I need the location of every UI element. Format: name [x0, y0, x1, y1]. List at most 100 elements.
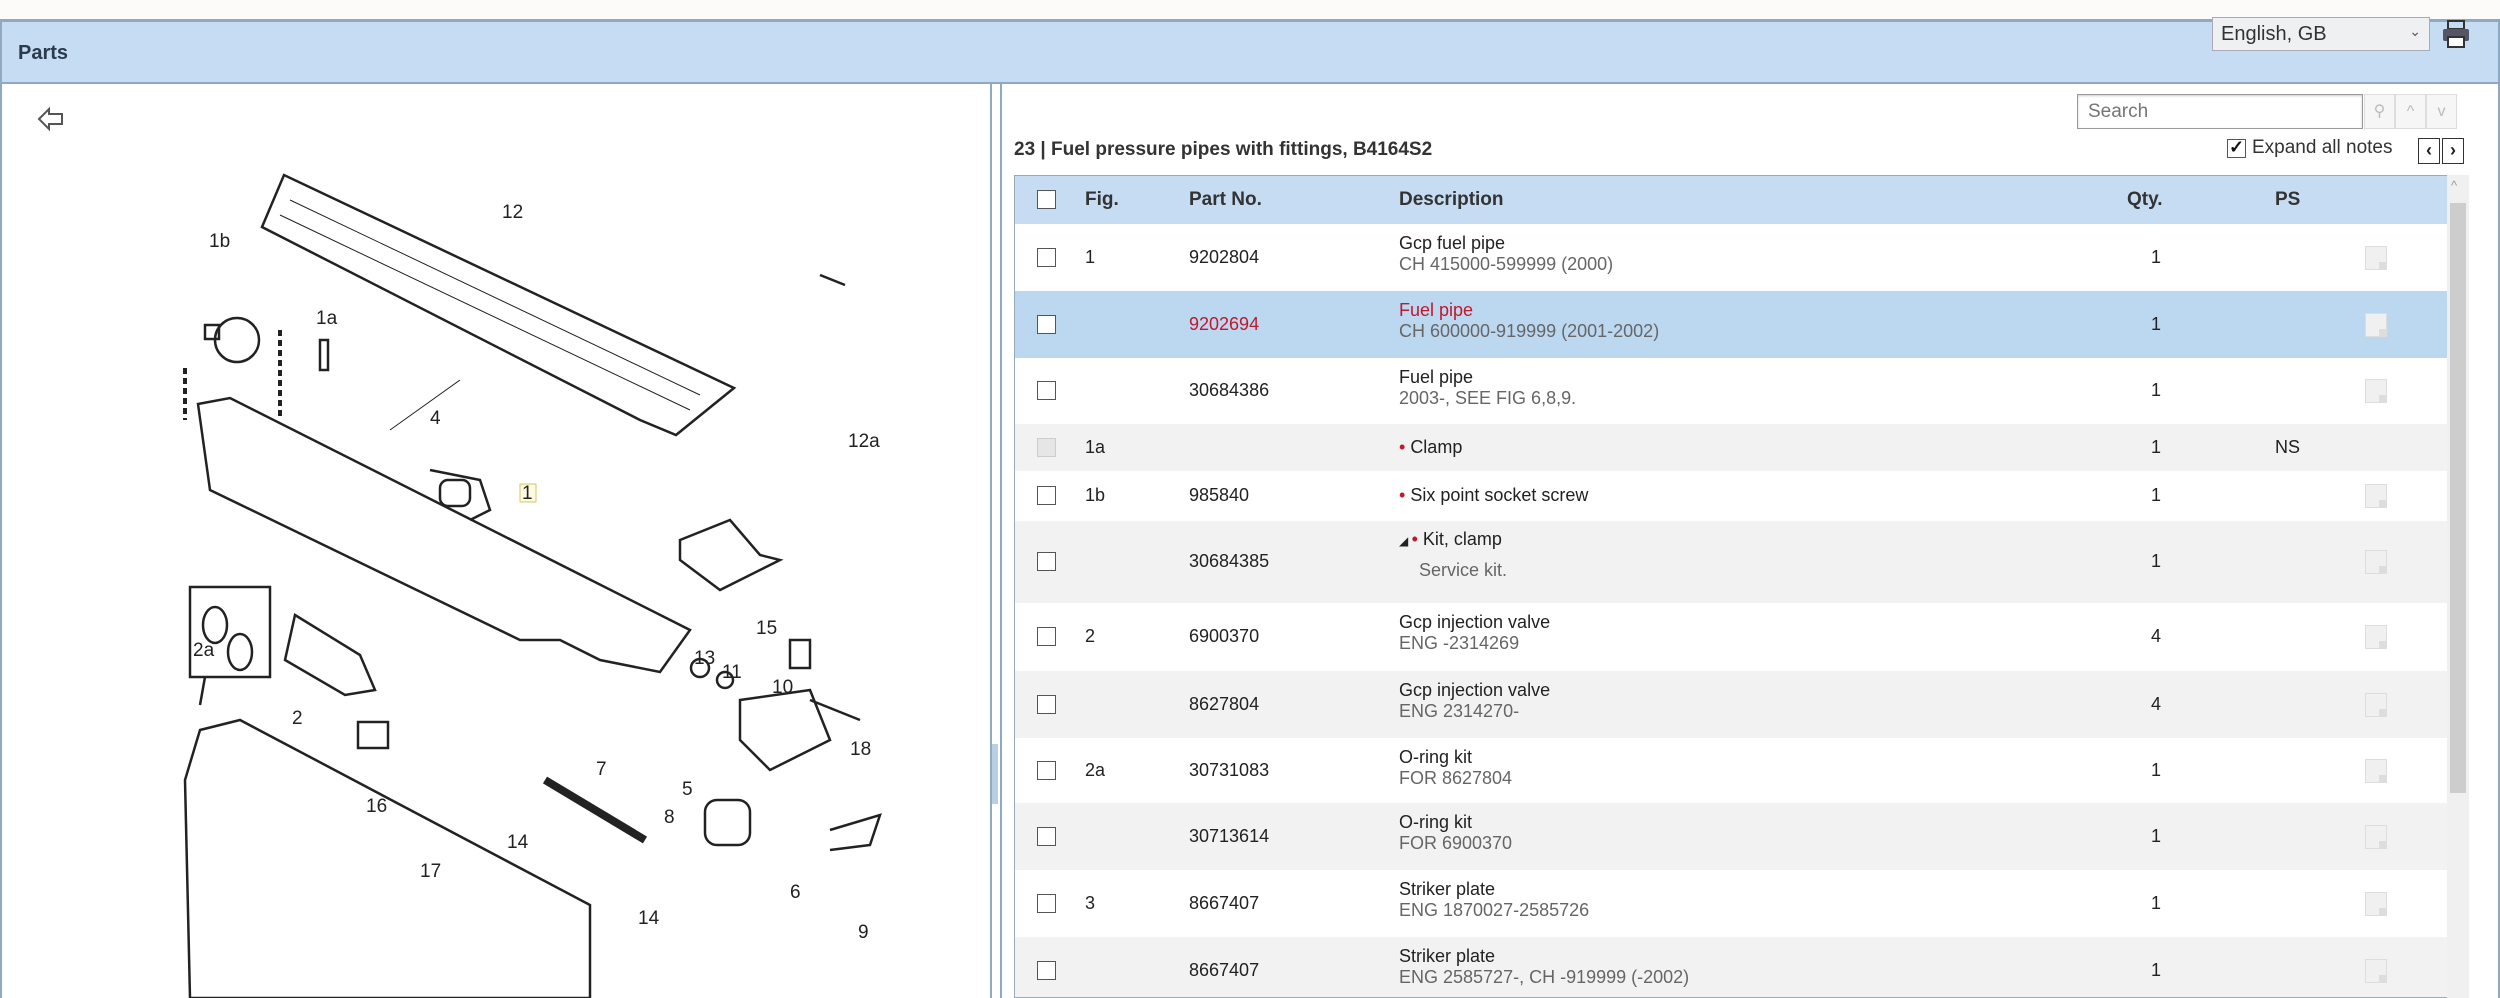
- col-fig[interactable]: Fig.: [1085, 189, 1119, 211]
- row-part-no[interactable]: 8667407: [1189, 893, 1259, 914]
- callout-14b[interactable]: 14: [638, 908, 660, 929]
- next-group-button[interactable]: ›: [2442, 138, 2464, 164]
- row-fig: 3: [1085, 892, 1096, 913]
- bullet-icon: •: [1411, 529, 1423, 549]
- callout-4[interactable]: 4: [430, 408, 441, 429]
- row-checkbox[interactable]: [1037, 694, 1056, 714]
- parts-diagram[interactable]: 12 1b 1a 4 12a 1 15 2a 2 13 11 10 18 5 7…: [0, 84, 990, 998]
- select-all-checkbox[interactable]: [1037, 190, 1056, 209]
- callout-14[interactable]: 14: [507, 832, 529, 853]
- row-part-no[interactable]: 30684386: [1189, 380, 1269, 401]
- note-icon[interactable]: [2365, 758, 2387, 783]
- row-part-no[interactable]: 9202694: [1189, 314, 1259, 335]
- prev-group-button[interactable]: ‹: [2418, 138, 2440, 164]
- panel-splitter[interactable]: [992, 84, 1000, 998]
- callout-11[interactable]: 11: [722, 662, 742, 683]
- row-fig: 2a: [1085, 759, 1106, 780]
- search-icon[interactable]: ⚲: [2364, 94, 2395, 129]
- col-description[interactable]: Description: [1399, 189, 1504, 211]
- table-row[interactable]: 8667407 Striker plate ENG 2585727-, CH -91…: [1015, 937, 2449, 997]
- note-icon[interactable]: [2365, 824, 2387, 849]
- callout-1b[interactable]: 1b: [209, 231, 230, 252]
- note-icon[interactable]: [2365, 625, 2387, 649]
- callout-9[interactable]: 9: [858, 922, 869, 943]
- scrollbar-thumb[interactable]: [2450, 203, 2466, 793]
- callout-18[interactable]: 18: [850, 739, 871, 760]
- table-row[interactable]: 8627804 Gcp injection valve ENG 2314270- 4: [1015, 671, 2449, 738]
- callout-1[interactable]: 1: [522, 483, 533, 504]
- note-icon[interactable]: [2365, 312, 2387, 337]
- row-fig: 1a: [1085, 436, 1106, 457]
- row-checkbox[interactable]: [1037, 247, 1056, 267]
- row-checkbox[interactable]: [1037, 893, 1056, 913]
- row-checkbox[interactable]: [1037, 826, 1056, 846]
- language-select[interactable]: English, GB ⌄: [2212, 17, 2430, 51]
- row-description: O-ring kit FOR 6900370: [1399, 812, 1512, 854]
- table-row[interactable]: 2 6900370 Gcp injection valve ENG -2314269 4: [1015, 603, 2449, 671]
- callout-10[interactable]: 10: [772, 677, 793, 698]
- callout-13[interactable]: 13: [694, 648, 715, 669]
- row-part-no[interactable]: 30713614: [1189, 826, 1269, 847]
- row-part-no[interactable]: 985840: [1189, 485, 1249, 506]
- callout-16[interactable]: 16: [366, 796, 387, 817]
- callout-1a[interactable]: 1a: [316, 308, 338, 329]
- bullet-icon: •: [1399, 485, 1411, 505]
- row-part-no[interactable]: 8627804: [1189, 694, 1259, 715]
- table-row[interactable]: 3 8667407 Striker plate ENG 1870027-2585726…: [1015, 870, 2449, 937]
- search-next-button[interactable]: v: [2426, 94, 2457, 129]
- row-checkbox[interactable]: [1037, 381, 1056, 400]
- callout-12a[interactable]: 12a: [848, 431, 880, 452]
- row-checkbox[interactable]: [1037, 960, 1056, 980]
- description-note: CH 415000-599999 (2000): [1399, 254, 1614, 274]
- row-part-no[interactable]: 9202804: [1189, 247, 1259, 268]
- table-row[interactable]: 2a 30731083 O-ring kit FOR 8627804 1: [1015, 738, 2449, 803]
- callout-7[interactable]: 7: [596, 759, 607, 780]
- callout-2a[interactable]: 2a: [193, 640, 215, 661]
- callout-12[interactable]: 12: [502, 202, 523, 223]
- expand-all-notes[interactable]: Expand all notes: [2227, 137, 2393, 159]
- print-icon[interactable]: [2440, 18, 2472, 50]
- description-name: Gcp injection valve: [1399, 612, 1551, 632]
- callout-2[interactable]: 2: [292, 708, 303, 729]
- table-row[interactable]: 1 9202804 Gcp fuel pipe CH 415000-599999 (2…: [1015, 224, 2449, 291]
- callout-15[interactable]: 15: [756, 618, 777, 639]
- row-checkbox[interactable]: [1037, 552, 1056, 571]
- row-part-no[interactable]: 30684385: [1189, 551, 1269, 572]
- table-row[interactable]: 9202694 Fuel pipe CH 600000-919999 (2001-2…: [1015, 291, 2449, 358]
- col-part-no[interactable]: Part No.: [1189, 189, 1262, 211]
- table-row[interactable]: 30713614 O-ring kit FOR 6900370 1: [1015, 803, 2449, 870]
- row-part-no[interactable]: 8667407: [1189, 960, 1259, 981]
- search-prev-button[interactable]: ^: [2395, 94, 2426, 129]
- scroll-up-icon[interactable]: ^: [2451, 178, 2457, 193]
- group-title: 23 | Fuel pressure pipes with fittings, …: [1014, 139, 1433, 160]
- table-row[interactable]: 30684385 ◢ • Kit, clamp Service kit. 1: [1015, 521, 2449, 603]
- col-ps[interactable]: PS: [2275, 189, 2300, 211]
- callout-8[interactable]: 8: [664, 807, 675, 828]
- search-input[interactable]: [2077, 94, 2363, 129]
- note-icon[interactable]: [2365, 891, 2387, 916]
- table-row[interactable]: 30684386 Fuel pipe 2003-, SEE FIG 6,8,9. 1: [1015, 358, 2449, 424]
- note-icon[interactable]: [2365, 484, 2387, 508]
- note-icon[interactable]: [2365, 550, 2387, 574]
- collapse-triangle-icon[interactable]: ◢: [1399, 534, 1412, 548]
- callout-17[interactable]: 17: [420, 861, 441, 882]
- note-icon[interactable]: [2365, 379, 2387, 403]
- table-row[interactable]: 1b 985840 • Six point socket screw 1: [1015, 471, 2449, 521]
- note-icon[interactable]: [2365, 245, 2387, 270]
- expand-all-notes-checkbox[interactable]: [2227, 137, 2246, 158]
- row-checkbox[interactable]: [1037, 760, 1056, 780]
- table-scrollbar[interactable]: ^: [2447, 175, 2469, 998]
- row-checkbox[interactable]: [1037, 486, 1056, 505]
- note-icon[interactable]: [2365, 958, 2387, 983]
- row-checkbox[interactable]: [1037, 314, 1056, 334]
- row-part-no[interactable]: 6900370: [1189, 626, 1259, 647]
- row-checkbox[interactable]: [1037, 437, 1056, 457]
- note-icon[interactable]: [2365, 692, 2387, 717]
- callout-5[interactable]: 5: [682, 779, 693, 800]
- table-row[interactable]: 1a • Clamp 1 NS: [1015, 424, 2449, 471]
- row-checkbox[interactable]: [1037, 627, 1056, 646]
- callout-6[interactable]: 6: [790, 882, 801, 903]
- splitter-grip[interactable]: [992, 744, 998, 804]
- row-part-no[interactable]: 30731083: [1189, 760, 1269, 781]
- col-qty[interactable]: Qty.: [2127, 189, 2163, 211]
